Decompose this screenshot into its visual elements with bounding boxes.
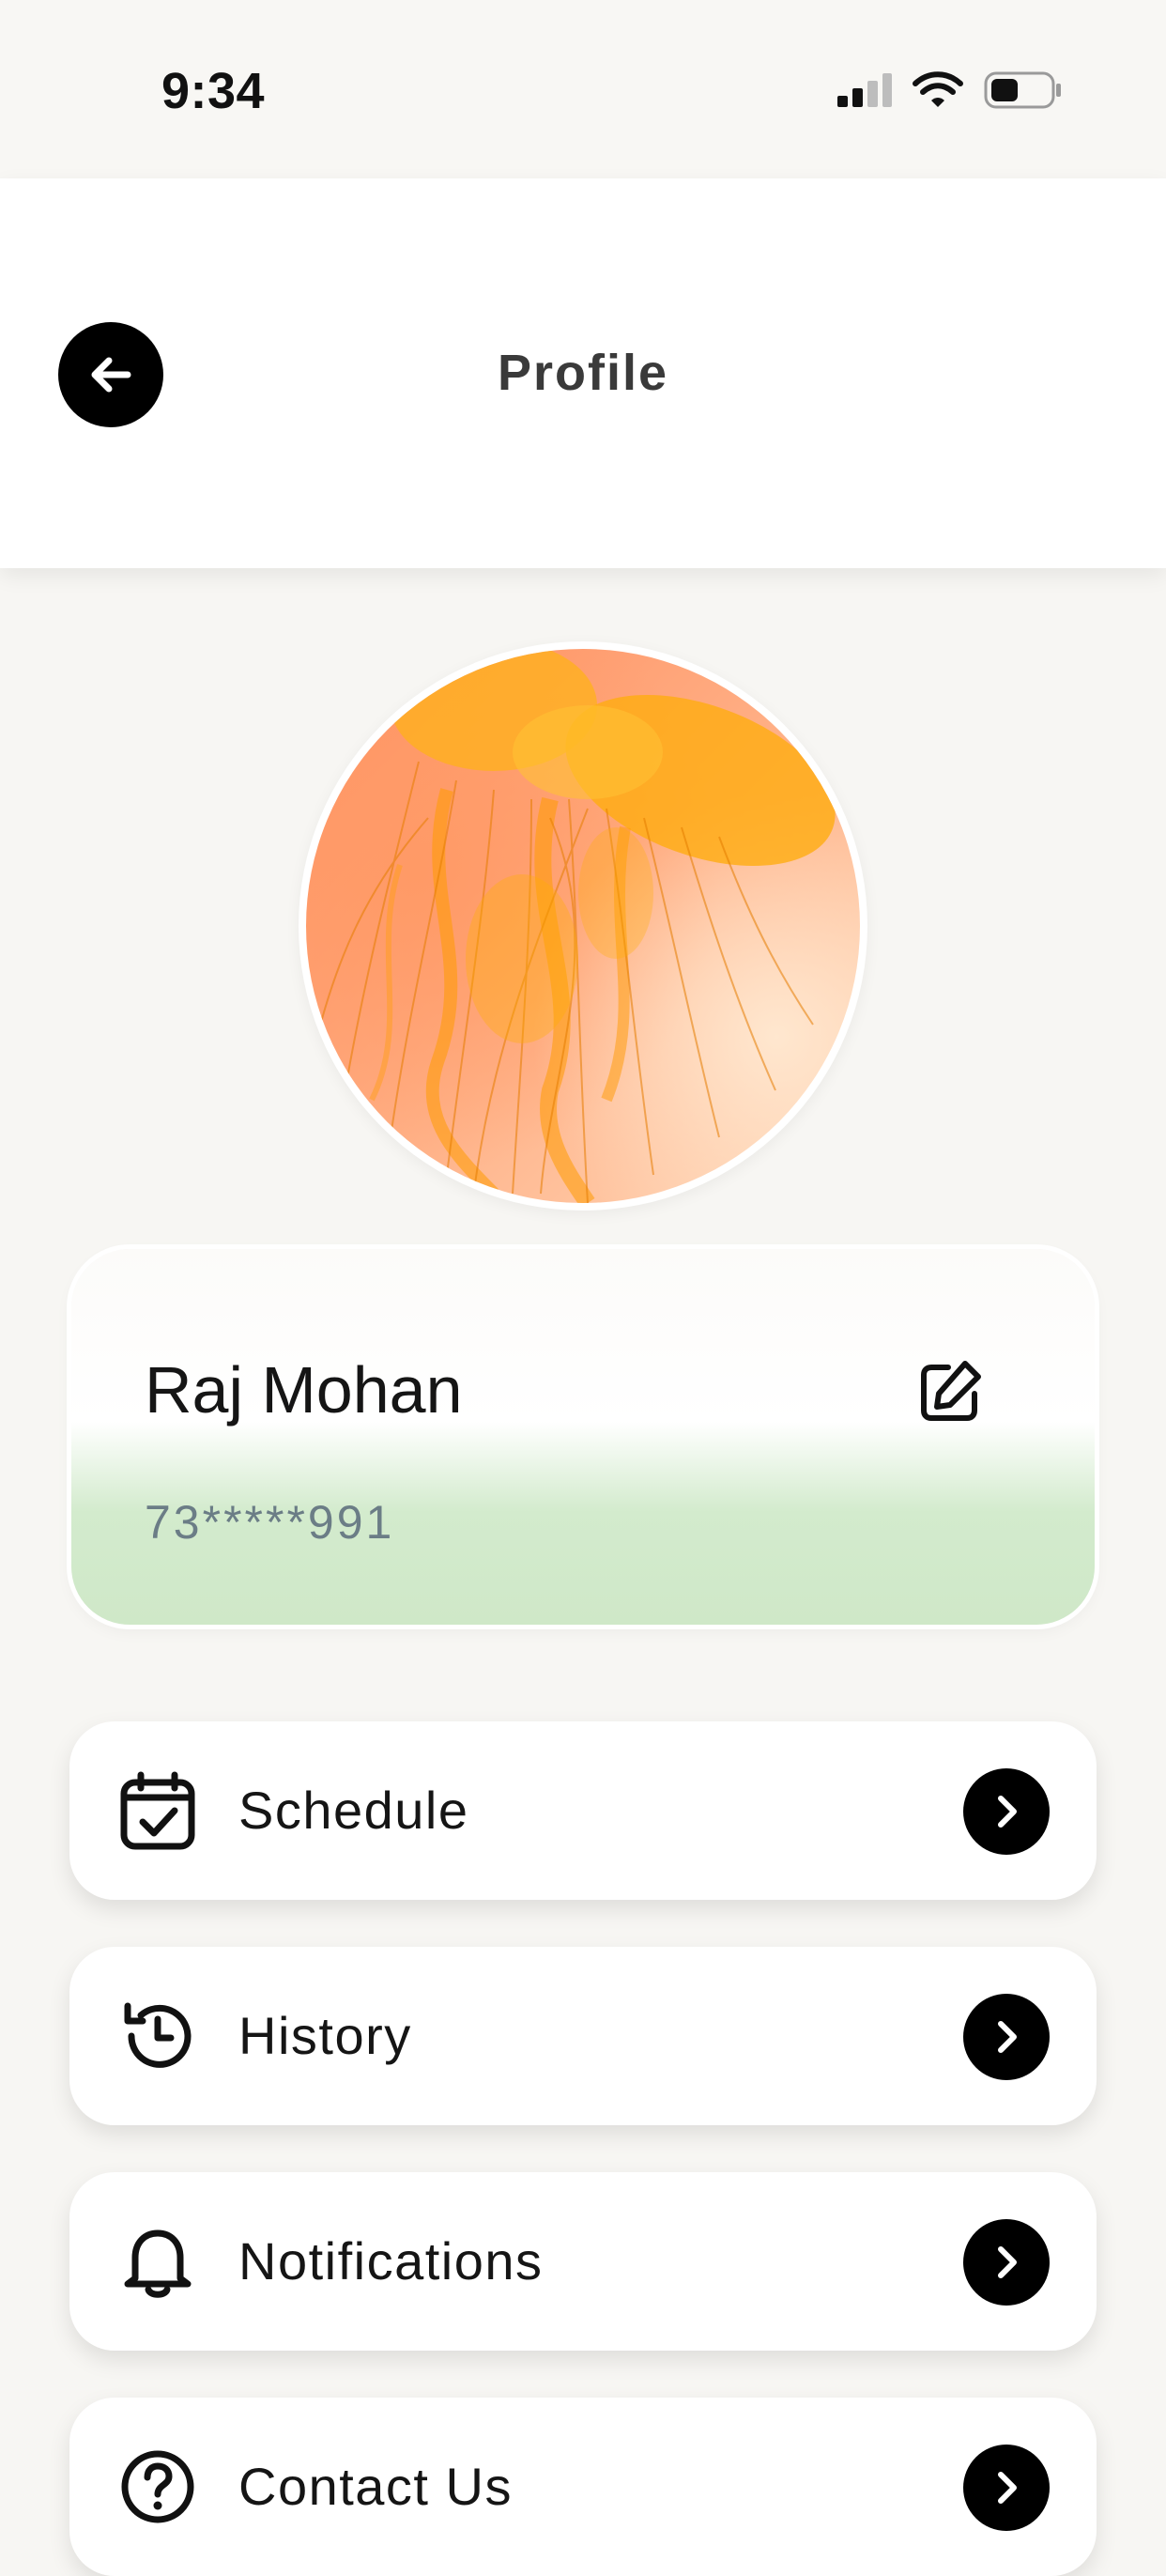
cellular-signal-icon [837,73,892,107]
menu-item-contact-us[interactable]: Contact Us [69,2398,1097,2576]
jellyfish-image [315,649,836,1203]
chevron-right-icon [963,1994,1050,2080]
chevron-right-icon [963,1768,1050,1855]
avatar-image [306,649,860,1203]
menu-item-label: Contact Us [238,2457,513,2516]
avatar[interactable] [299,641,867,1211]
chevron-right-icon [963,2445,1050,2531]
user-phone: 73*****991 [145,1496,395,1549]
menu-item-label: History [238,2006,412,2065]
wifi-icon [913,71,963,107]
bell-icon [118,2222,197,2301]
history-icon [118,1997,197,2075]
menu-item-label: Notifications [238,2231,544,2291]
menu-item-history[interactable]: History [69,1947,1097,2125]
calendar-check-icon [118,1771,197,1850]
profile-card: Raj Mohan 73*****991 [71,1249,1095,1625]
header-bar: Profile [0,178,1166,568]
edit-profile-button[interactable] [913,1354,988,1429]
menu-item-schedule[interactable]: Schedule [69,1721,1097,1900]
chevron-right-icon [963,2219,1050,2306]
menu-item-label: Schedule [238,1781,469,1840]
edit-icon [921,1361,981,1421]
page-title: Profile [497,345,669,401]
status-icons [836,71,1063,109]
status-bar: 9:34 [0,0,1166,178]
menu-item-notifications[interactable]: Notifications [69,2172,1097,2351]
battery-icon [984,71,1061,109]
help-circle-icon [118,2447,197,2526]
user-name: Raj Mohan [145,1353,463,1427]
status-time: 9:34 [161,63,266,119]
